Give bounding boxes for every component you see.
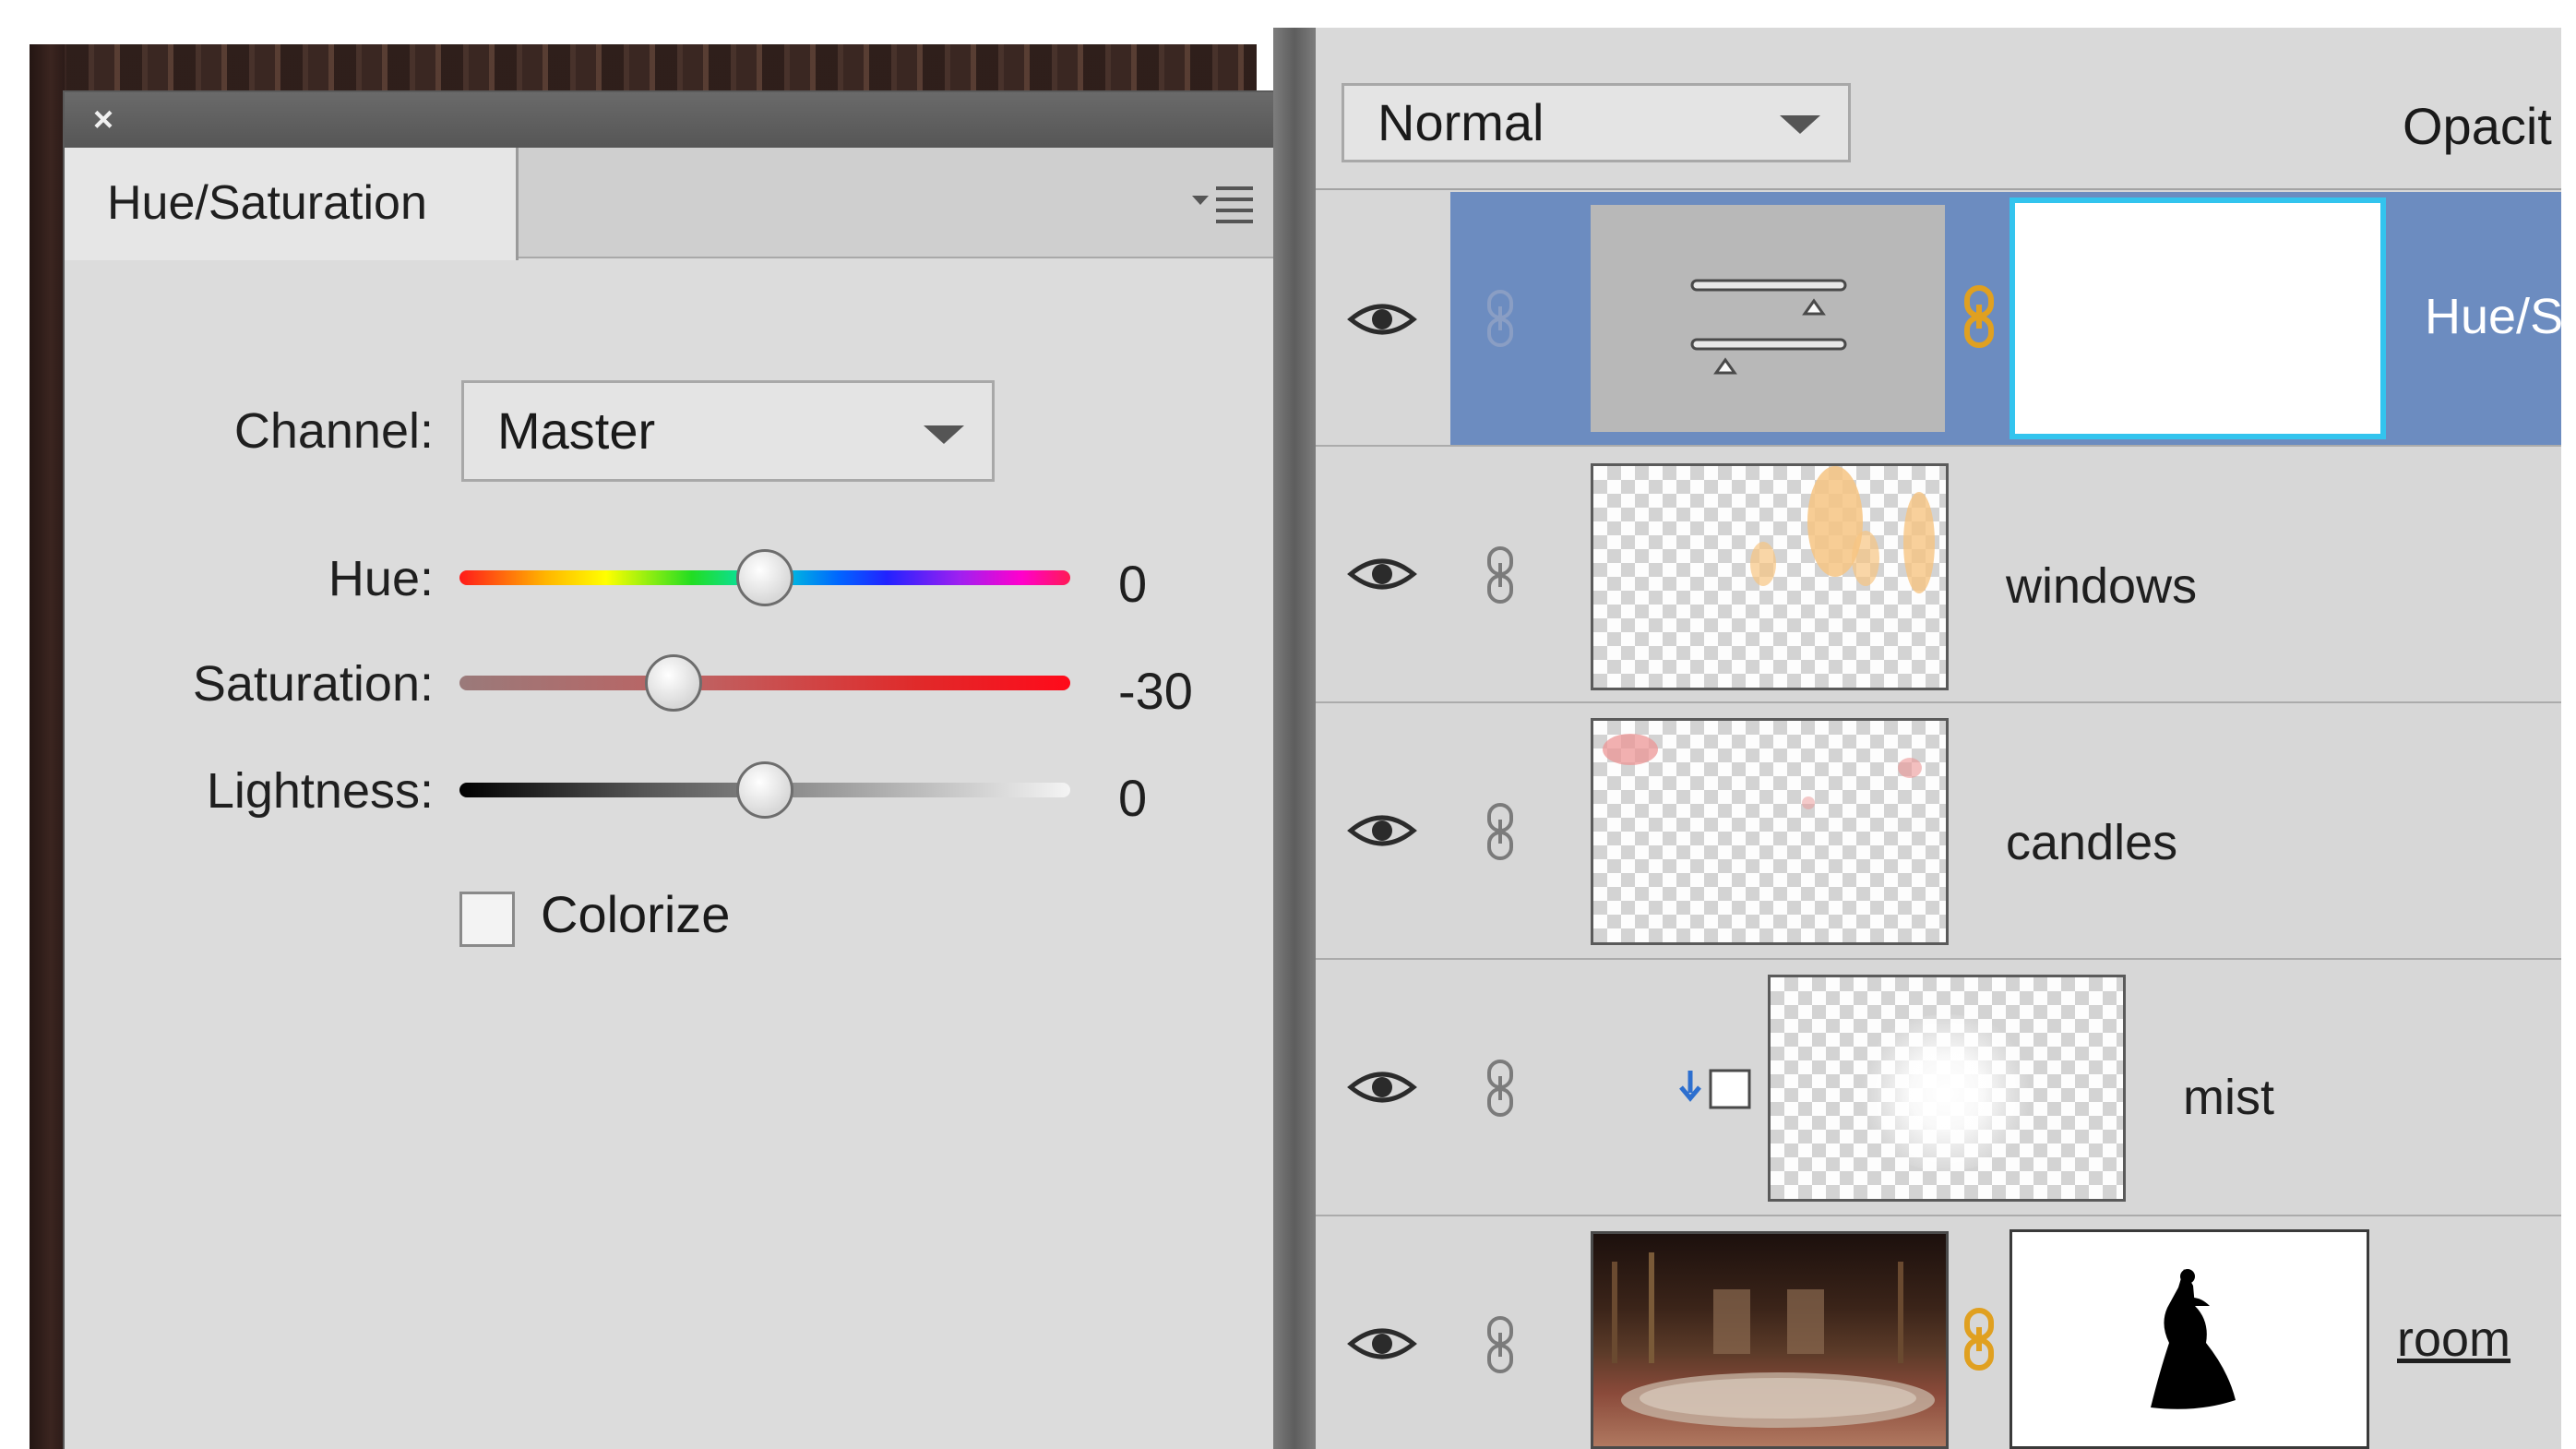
thumbnail-content	[1898, 758, 1922, 778]
channel-label: Channel:	[233, 403, 434, 459]
channel-select[interactable]: Master	[461, 380, 995, 482]
hue-slider-knob[interactable]	[736, 549, 793, 606]
layer-name[interactable]: windows	[2006, 557, 2197, 615]
layer-row-mist[interactable]: mist	[1316, 962, 2561, 1216]
panel-titlebar[interactable]: ×	[65, 92, 1273, 148]
thumbnail-content	[1603, 734, 1658, 765]
chevron-down-icon	[1780, 115, 1820, 134]
panel-menu-line	[1216, 220, 1253, 223]
adjustment-layer-thumbnail[interactable]	[1591, 205, 1945, 432]
chevron-down-icon	[924, 425, 964, 444]
eye-icon[interactable]	[1347, 552, 1417, 596]
hue-value[interactable]: 0	[1118, 554, 1147, 614]
canvas-image-strip	[66, 44, 1257, 100]
properties-panel: × Hue/Saturation Channel: Master Hue: 0 …	[65, 92, 1329, 1449]
tab-hue-saturation[interactable]: Hue/Saturation	[65, 148, 519, 260]
saturation-value[interactable]: -30	[1118, 661, 1193, 721]
layer-mask-thumbnail[interactable]	[2010, 198, 2386, 439]
saturation-slider[interactable]	[459, 654, 1070, 712]
panel-menu-line	[1216, 209, 1253, 212]
lightness-value[interactable]: 0	[1118, 768, 1147, 828]
layer-thumbnail[interactable]	[1591, 463, 1949, 690]
link-chain-icon[interactable]	[1484, 545, 1517, 605]
eye-icon[interactable]	[1347, 808, 1417, 853]
blend-mode-value: Normal	[1377, 93, 1544, 151]
lightness-slider-knob[interactable]	[736, 761, 793, 819]
link-chain-icon[interactable]	[1484, 1314, 1517, 1375]
panel-divider[interactable]	[1273, 28, 1316, 1449]
layer-name[interactable]: mist	[2183, 1069, 2274, 1126]
mask-link-icon[interactable]	[1962, 284, 1997, 349]
clipping-mask-icon	[1679, 1069, 1751, 1109]
colorize-checkbox[interactable]	[459, 892, 515, 947]
mask-silhouette	[2151, 1269, 2236, 1409]
thumbnail-content	[1750, 542, 1776, 586]
layer-thumbnail[interactable]	[1768, 975, 2126, 1202]
saturation-label: Saturation:	[192, 656, 434, 712]
levels-sliders-icon	[1690, 279, 1847, 375]
link-chain-icon[interactable]	[1484, 1058, 1517, 1119]
eye-icon[interactable]	[1347, 1322, 1417, 1366]
layer-thumbnail[interactable]	[1591, 718, 1949, 945]
layer-row-room[interactable]: room	[1316, 1218, 2561, 1449]
layer-row-windows[interactable]: windows	[1316, 449, 2561, 703]
lightness-slider[interactable]	[459, 761, 1070, 819]
opacity-label: Opacit	[2403, 97, 2552, 155]
saturation-slider-knob[interactable]	[644, 654, 702, 712]
layer-name[interactable]: room	[2397, 1311, 2510, 1368]
room-image	[1612, 1252, 1935, 1428]
panel-tabbar: Hue/Saturation	[65, 148, 1273, 260]
colorize-label[interactable]: Colorize	[541, 884, 730, 944]
layer-row-candles[interactable]: candles	[1316, 705, 2561, 960]
hue-slider[interactable]	[459, 549, 1070, 606]
thumbnail-content	[1854, 1014, 2038, 1171]
panel-menu-line	[1216, 198, 1253, 201]
layer-mask-thumbnail[interactable]	[2010, 1229, 2369, 1449]
eye-icon[interactable]	[1347, 297, 1417, 341]
panel-menu-icon[interactable]	[1192, 183, 1257, 223]
eye-icon[interactable]	[1347, 1065, 1417, 1109]
lightness-label: Lightness:	[206, 763, 434, 819]
close-icon[interactable]: ×	[87, 102, 120, 138]
layer-row-hue-saturation[interactable]: Hue/S	[1316, 192, 2563, 447]
thumbnail-content	[1802, 796, 1815, 809]
link-chain-icon[interactable]	[1484, 801, 1517, 862]
room-image-thumbnail[interactable]	[1591, 1231, 1949, 1449]
thumbnail-content	[1852, 531, 1879, 586]
panel-menu-arrow	[1192, 196, 1209, 205]
mask-link-icon[interactable]	[1962, 1307, 1997, 1371]
hue-label: Hue:	[328, 551, 434, 606]
channel-value: Master	[497, 401, 656, 460]
layers-panel-header: Normal Opacit	[1316, 28, 2561, 190]
app-window: × Hue/Saturation Channel: Master Hue: 0 …	[0, 0, 2576, 1449]
thumbnail-content	[1903, 492, 1935, 593]
layers-panel: Normal Opacit Hue/S windows candles mist…	[1316, 28, 2563, 1449]
layer-name[interactable]: candles	[2006, 814, 2177, 871]
canvas-edge	[30, 44, 65, 1449]
link-chain-icon[interactable]	[1484, 288, 1517, 349]
layer-name[interactable]: Hue/S	[2425, 288, 2563, 345]
blend-mode-select[interactable]: Normal	[1342, 83, 1851, 162]
panel-menu-line	[1216, 186, 1253, 190]
